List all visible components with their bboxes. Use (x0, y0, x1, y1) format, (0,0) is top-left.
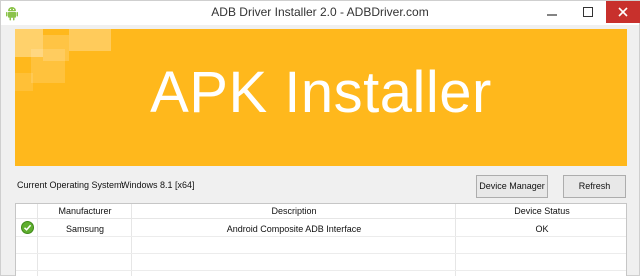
column-divider (455, 204, 456, 276)
column-divider (131, 204, 132, 276)
column-header-description[interactable]: Description (132, 206, 456, 216)
row-divider (16, 270, 626, 271)
refresh-button[interactable]: Refresh (563, 175, 626, 198)
cell-manufacturer: Samsung (65, 224, 105, 234)
column-divider (37, 204, 38, 276)
title-bar[interactable]: ADB Driver Installer 2.0 - ADBDriver.com (1, 1, 640, 25)
table-header: Manufacturer Description Device Status (16, 204, 626, 219)
column-header-manufacturer[interactable]: Manufacturer (38, 206, 132, 216)
app-window: ADB Driver Installer 2.0 - ADBDriver.com… (0, 0, 640, 276)
maximize-button[interactable] (571, 1, 605, 23)
row-divider (16, 236, 626, 237)
device-table[interactable]: Manufacturer Description Device Status S… (15, 203, 627, 276)
row-divider (16, 253, 626, 254)
cell-device-status: OK (535, 224, 549, 234)
close-button[interactable] (606, 1, 640, 23)
decorative-square (69, 29, 111, 51)
device-manager-button[interactable]: Device Manager (476, 175, 548, 198)
os-label: Current Operating System: (17, 180, 125, 190)
cell-description: Android Composite ADB Interface (226, 224, 362, 234)
column-header-device-status[interactable]: Device Status (456, 206, 628, 216)
check-circle-icon (21, 221, 34, 234)
minimize-button[interactable] (535, 1, 569, 23)
os-value: Windows 8.1 [x64] (121, 180, 195, 190)
apk-installer-banner: APK Installer (15, 29, 627, 166)
banner-title: APK Installer (150, 60, 492, 125)
